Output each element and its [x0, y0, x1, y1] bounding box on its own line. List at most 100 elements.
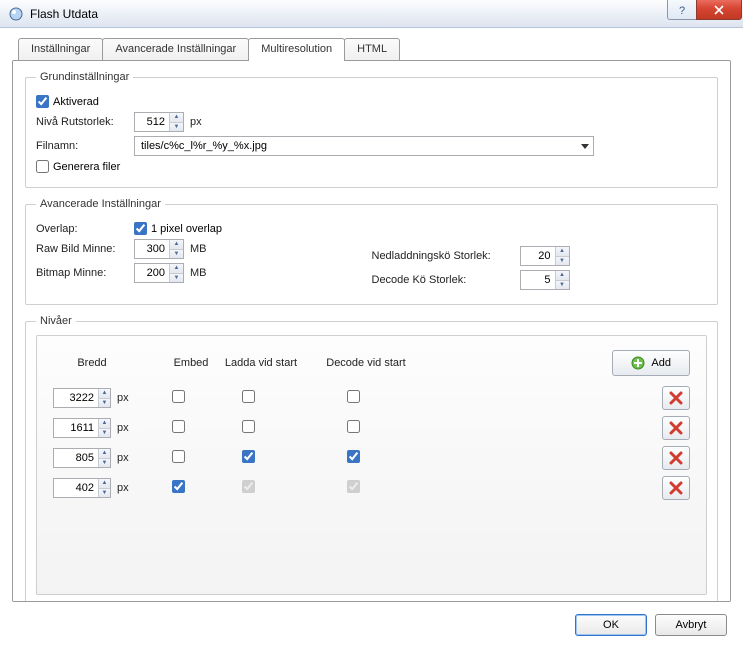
cancel-button[interactable]: Avbryt: [655, 614, 727, 636]
download-spinner[interactable]: ▲▼: [520, 246, 570, 266]
overlap-checkbox[interactable]: [134, 222, 147, 235]
raw-spinner[interactable]: ▲▼: [134, 239, 184, 259]
level-width-up[interactable]: ▲: [99, 389, 110, 399]
download-down[interactable]: ▼: [556, 257, 569, 266]
filename-dropdown-icon[interactable]: [577, 137, 593, 155]
delete-icon: [669, 391, 683, 405]
gridsize-up[interactable]: ▲: [170, 113, 183, 123]
raw-up[interactable]: ▲: [170, 240, 183, 250]
level-width-unit: px: [117, 452, 129, 464]
level-delete-button[interactable]: [662, 476, 690, 500]
generate-label[interactable]: Generera filer: [53, 161, 120, 173]
bitmap-unit: MB: [190, 267, 207, 279]
level-delete-button[interactable]: [662, 446, 690, 470]
bitmap-label: Bitmap Minne:: [36, 267, 134, 279]
gridsize-input[interactable]: [135, 113, 169, 131]
level-load-checkbox[interactable]: [242, 450, 255, 463]
level-width-unit: px: [117, 422, 129, 434]
level-width-input[interactable]: [54, 479, 98, 497]
filename-input[interactable]: [135, 140, 577, 152]
generate-checkbox[interactable]: [36, 160, 49, 173]
decode-down[interactable]: ▼: [556, 281, 569, 290]
level-width-input[interactable]: [54, 389, 98, 407]
level-width-down[interactable]: ▼: [99, 459, 110, 468]
filename-label: Filnamn:: [36, 140, 134, 152]
tab-html[interactable]: HTML: [344, 38, 400, 60]
level-decode-checkbox[interactable]: [347, 450, 360, 463]
download-label: Nedladdningskö Storlek:: [372, 250, 520, 262]
help-button[interactable]: ?: [667, 0, 697, 20]
decode-label: Decode Kö Storlek:: [372, 274, 520, 286]
level-load-checkbox[interactable]: [242, 420, 255, 433]
level-width-spinner[interactable]: ▲▼: [53, 418, 111, 438]
titlebar: Flash Utdata ?: [0, 0, 743, 28]
overlap-label: Overlap:: [36, 223, 134, 235]
col-header-decode: Decode vid start: [311, 357, 421, 369]
enabled-label[interactable]: Aktiverad: [53, 96, 99, 108]
level-delete-button[interactable]: [662, 386, 690, 410]
enabled-checkbox[interactable]: [36, 95, 49, 108]
level-width-input[interactable]: [54, 419, 98, 437]
decode-spinner[interactable]: ▲▼: [520, 270, 570, 290]
close-button[interactable]: [696, 0, 742, 20]
levels-table: Bredd Embed Ladda vid start Decode vid s…: [36, 335, 707, 595]
bitmap-spinner[interactable]: ▲▼: [134, 263, 184, 283]
bitmap-up[interactable]: ▲: [170, 264, 183, 274]
level-width-down[interactable]: ▼: [99, 399, 110, 408]
level-row: ▲▼ px: [53, 416, 690, 440]
tab-multiresolution[interactable]: Multiresolution: [248, 38, 345, 61]
gridsize-down[interactable]: ▼: [170, 123, 183, 132]
level-row: ▲▼ px: [53, 446, 690, 470]
level-width-up[interactable]: ▲: [99, 449, 110, 459]
level-width-spinner[interactable]: ▲▼: [53, 448, 111, 468]
raw-down[interactable]: ▼: [170, 250, 183, 259]
decode-up[interactable]: ▲: [556, 271, 569, 281]
download-up[interactable]: ▲: [556, 247, 569, 257]
group-basic: Grundinställningar Aktiverad Nivå Rutsto…: [25, 71, 718, 188]
gridsize-spinner[interactable]: ▲▼: [134, 112, 184, 132]
levels-header: Bredd Embed Ladda vid start Decode vid s…: [53, 350, 690, 376]
level-width-spinner[interactable]: ▲▼: [53, 478, 111, 498]
level-embed-checkbox[interactable]: [172, 450, 185, 463]
raw-input[interactable]: [135, 240, 169, 258]
add-level-button[interactable]: Add: [612, 350, 690, 376]
dialog-content: Inställningar Avancerade Inställningar M…: [0, 28, 743, 604]
level-load-checkbox[interactable]: [242, 390, 255, 403]
overlap-check-label[interactable]: 1 pixel overlap: [151, 223, 222, 235]
download-input[interactable]: [521, 247, 555, 265]
tab-advanced[interactable]: Avancerade Inställningar: [102, 38, 249, 60]
level-embed-checkbox[interactable]: [172, 420, 185, 433]
group-levels: Nivåer Bredd Embed Ladda vid start Decod…: [25, 315, 718, 602]
group-basic-legend: Grundinställningar: [36, 71, 133, 83]
level-row: ▲▼ px: [53, 386, 690, 410]
level-width-unit: px: [117, 482, 129, 494]
group-advanced: Avancerade Inställningar Overlap: 1 pixe…: [25, 198, 718, 305]
level-width-up[interactable]: ▲: [99, 479, 110, 489]
level-width-spinner[interactable]: ▲▼: [53, 388, 111, 408]
level-decode-checkbox[interactable]: [347, 390, 360, 403]
level-width-down[interactable]: ▼: [99, 489, 110, 498]
delete-icon: [669, 481, 683, 495]
level-decode-checkbox[interactable]: [347, 420, 360, 433]
level-width-up[interactable]: ▲: [99, 419, 110, 429]
raw-label: Raw Bild Minne:: [36, 243, 134, 255]
decode-input[interactable]: [521, 271, 555, 289]
level-width-down[interactable]: ▼: [99, 429, 110, 438]
bitmap-down[interactable]: ▼: [170, 274, 183, 283]
svg-text:?: ?: [679, 5, 685, 15]
delete-icon: [669, 451, 683, 465]
level-embed-checkbox[interactable]: [172, 390, 185, 403]
level-embed-checkbox[interactable]: [172, 480, 185, 493]
level-width-input[interactable]: [54, 449, 98, 467]
tab-bar: Inställningar Avancerade Inställningar M…: [18, 38, 731, 60]
bitmap-input[interactable]: [135, 264, 169, 282]
dialog-footer: OK Avbryt: [0, 604, 743, 646]
filename-combo[interactable]: [134, 136, 594, 156]
ok-button[interactable]: OK: [575, 614, 647, 636]
plus-icon: [631, 356, 645, 370]
col-header-load: Ladda vid start: [211, 357, 311, 369]
level-delete-button[interactable]: [662, 416, 690, 440]
tab-settings[interactable]: Inställningar: [18, 38, 103, 60]
level-decode-checkbox: [347, 480, 360, 493]
col-header-embed: Embed: [171, 357, 211, 369]
